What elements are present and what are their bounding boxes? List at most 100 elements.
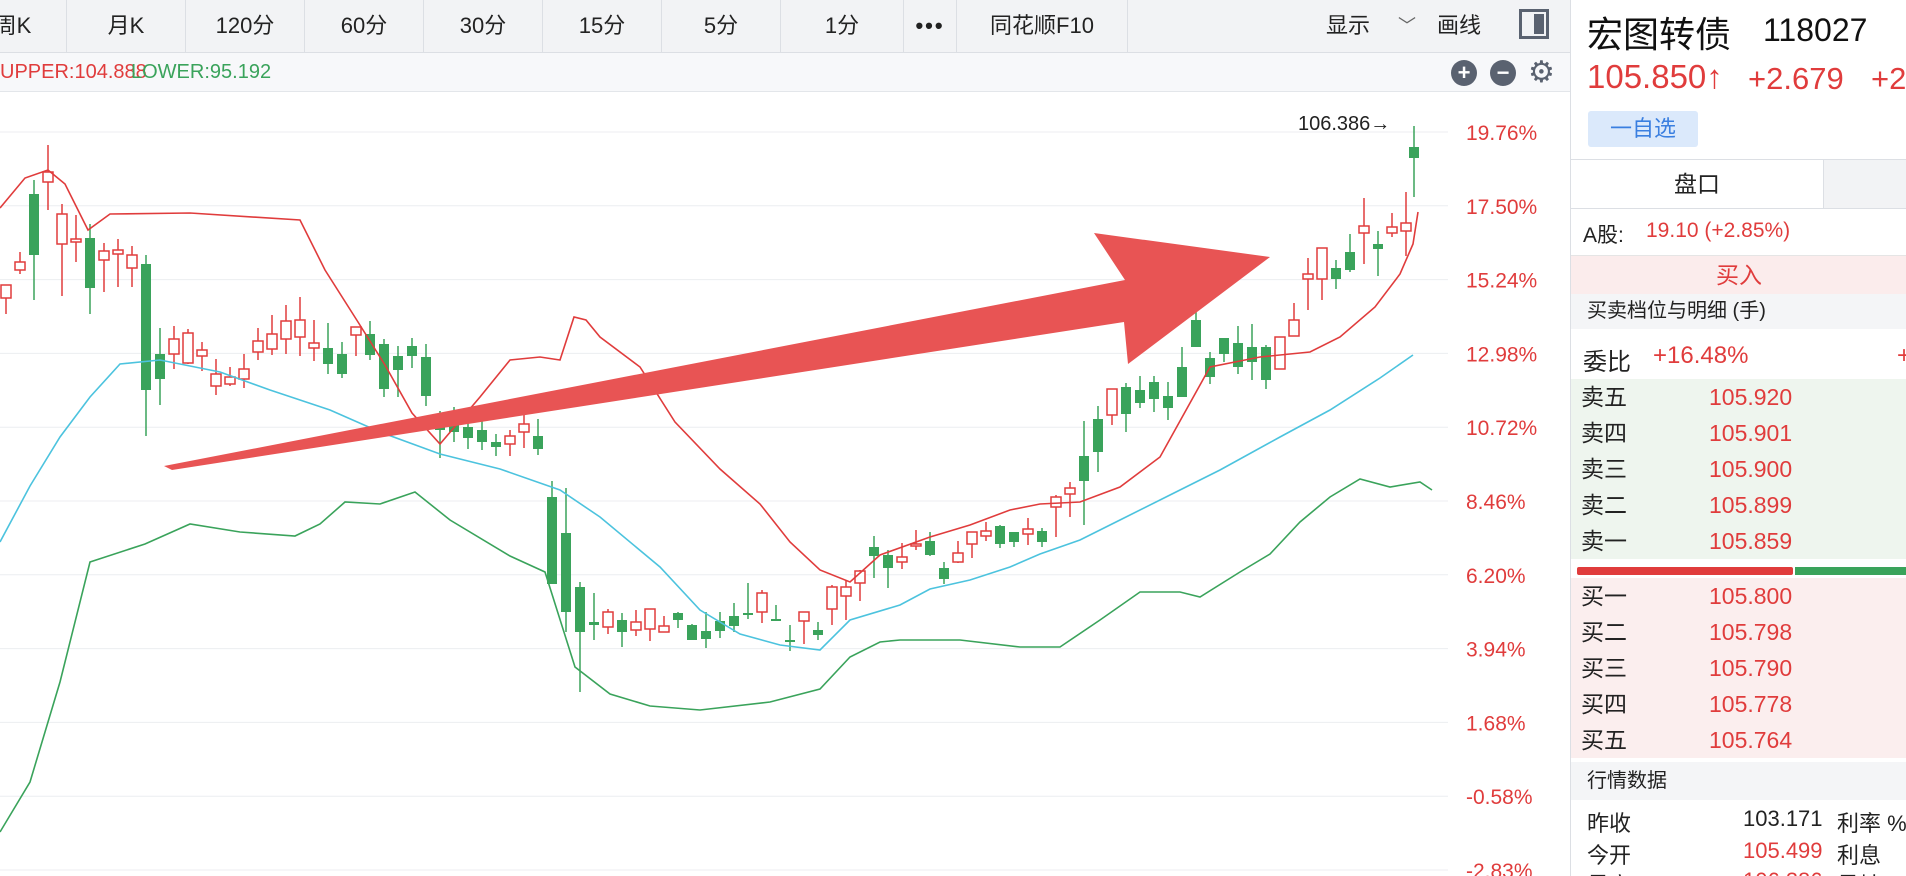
y-axis-label: 1.68%: [1466, 712, 1526, 735]
tab-60min[interactable]: 60分: [305, 0, 424, 52]
candle-body: [1261, 347, 1271, 380]
candle-body: [491, 442, 501, 447]
market-title: 行情数据: [1587, 770, 1667, 792]
gear-icon[interactable]: ⚙: [1528, 56, 1555, 90]
ask-level-label: 卖二: [1581, 492, 1627, 518]
bid-level-price: 105.790: [1709, 655, 1793, 681]
indicator-bar: UPPER:104.888 LOWER:95.192: [0, 53, 1570, 92]
candle-body: [547, 497, 557, 584]
price-change-pct: +2.: [1871, 61, 1906, 96]
upper-value: UPPER:104.888: [0, 61, 147, 83]
candle-body: [504, 435, 516, 445]
ask-level-label: 卖一: [1581, 528, 1627, 554]
tab-5min[interactable]: 5分: [662, 0, 781, 52]
tab-monthly-k[interactable]: 月K: [67, 0, 186, 52]
candle-body: [1037, 531, 1047, 542]
candle-body: [1163, 396, 1173, 408]
bid-level-label: 买四: [1581, 691, 1627, 717]
buy-label: 买入: [1716, 262, 1762, 288]
high-label: 最高: [1587, 868, 1631, 876]
zoom-out-icon[interactable]: −: [1490, 60, 1516, 86]
ask-level-price: 105.899: [1709, 492, 1793, 518]
rate-label: 利率 %: [1837, 811, 1906, 836]
bid-level-row[interactable]: 买三 105.790: [1571, 650, 1906, 686]
prev-close-label: 昨收: [1587, 811, 1632, 836]
y-axis-label: 10.72%: [1466, 417, 1537, 440]
tab-order-book[interactable]: 盘口: [1571, 160, 1824, 208]
buy-sell-strength-bar: [1571, 567, 1906, 575]
candle-body: [1400, 222, 1412, 232]
ask-level-row[interactable]: 卖四 105.901: [1571, 415, 1906, 451]
candle-body: [798, 611, 810, 622]
candles: [0, 126, 1419, 692]
candle-body: [266, 333, 278, 350]
panel-tabs: 盘口: [1571, 159, 1906, 209]
tab-120min[interactable]: 120分: [186, 0, 305, 52]
chart-panel: 周K 月K 120分 60分 30分 15分 5分 1分 ••• 同花顺F10 …: [0, 0, 1570, 876]
more-tabs-button[interactable]: •••: [904, 0, 957, 52]
candle-body: [575, 587, 585, 632]
candle-body: [1064, 487, 1076, 495]
bid-level-price: 105.764: [1709, 727, 1793, 753]
bid-level-row[interactable]: 买一 105.800: [1571, 578, 1906, 614]
candle-body: [323, 348, 333, 364]
y-axis-label: 17.50%: [1466, 196, 1537, 219]
watchlist-button[interactable]: 一自选: [1588, 111, 1698, 147]
buy-button[interactable]: 买入: [1571, 255, 1906, 294]
ask-level-price: 105.920: [1709, 384, 1793, 410]
buy-strength: [1577, 567, 1793, 575]
candle-body: [673, 613, 683, 620]
tab-f10[interactable]: 同花顺F10: [957, 0, 1128, 52]
chevron-down-icon[interactable]: ﹀: [1398, 0, 1416, 52]
period-tabs: 周K 月K 120分 60分 30分 15分 5分 1分 ••• 同花顺F10 …: [0, 0, 1570, 53]
a-share-label: A股:: [1583, 224, 1624, 247]
last-price: 105.850↑: [1587, 58, 1723, 95]
ask-level-row[interactable]: 卖五 105.920: [1571, 379, 1906, 415]
candle-body: [630, 621, 642, 631]
candle-body: [939, 568, 949, 579]
candle-body: [1409, 147, 1419, 158]
zoom-in-icon[interactable]: +: [1451, 60, 1477, 86]
high-value: 106.386: [1743, 868, 1823, 876]
ask-level-label: 卖五: [1581, 384, 1627, 410]
tab-weekly-k[interactable]: 周K: [0, 0, 67, 52]
quote-panel: 宏图转债 118027 105.850↑ +2.679 +2. 一自选 盘口 A…: [1570, 0, 1906, 876]
ask-level-label: 卖四: [1581, 420, 1627, 446]
stock-name: 宏图转债: [1587, 14, 1732, 55]
panel-toggle-icon[interactable]: [1519, 9, 1549, 39]
candle-body: [1135, 390, 1145, 403]
a-share-value[interactable]: 19.10 (+2.85%): [1646, 219, 1790, 243]
tab-15min[interactable]: 15分: [543, 0, 662, 52]
candle-body: [210, 373, 222, 387]
candle-body: [826, 586, 838, 610]
candle-body: [85, 238, 95, 288]
candle-body: [743, 613, 753, 615]
candle-body: [869, 547, 879, 556]
depth-header: 买卖档位与明细 (手): [1571, 294, 1906, 329]
bid-level-row[interactable]: 买四 105.778: [1571, 686, 1906, 722]
sell-strength: [1795, 567, 1906, 575]
market-header: 行情数据: [1571, 762, 1906, 800]
bid-level-label: 买五: [1581, 727, 1627, 753]
candle-body: [308, 342, 320, 349]
candle-body: [1331, 268, 1341, 279]
draw-line-button[interactable]: 画线: [1437, 0, 1481, 52]
display-menu[interactable]: 显示: [1326, 0, 1370, 52]
candle-body: [252, 340, 264, 353]
bid-level-row[interactable]: 买二 105.798: [1571, 614, 1906, 650]
kline-chart: 19.76% 17.50% 15.24% 12.98% 10.72% 8.46% 6.20%…: [0, 113, 1537, 876]
candle-body: [421, 357, 431, 396]
middle-band-line: [0, 354, 1414, 651]
tab-30min[interactable]: 30分: [424, 0, 543, 52]
ask-level-row[interactable]: 卖三 105.900: [1571, 451, 1906, 487]
candle-body: [813, 630, 823, 635]
extra-label: 最址: [1837, 868, 1881, 876]
candle-body: [337, 354, 347, 374]
ask-level-row[interactable]: 卖一 105.859: [1571, 523, 1906, 559]
ask-level-row[interactable]: 卖二 105.899: [1571, 487, 1906, 523]
candle-body: [294, 319, 306, 338]
ask-level-price: 105.901: [1709, 420, 1793, 446]
bid-level-row[interactable]: 买五 105.764: [1571, 722, 1906, 758]
tab-1min[interactable]: 1分: [781, 0, 904, 52]
y-axis-label: 3.94%: [1466, 639, 1526, 662]
